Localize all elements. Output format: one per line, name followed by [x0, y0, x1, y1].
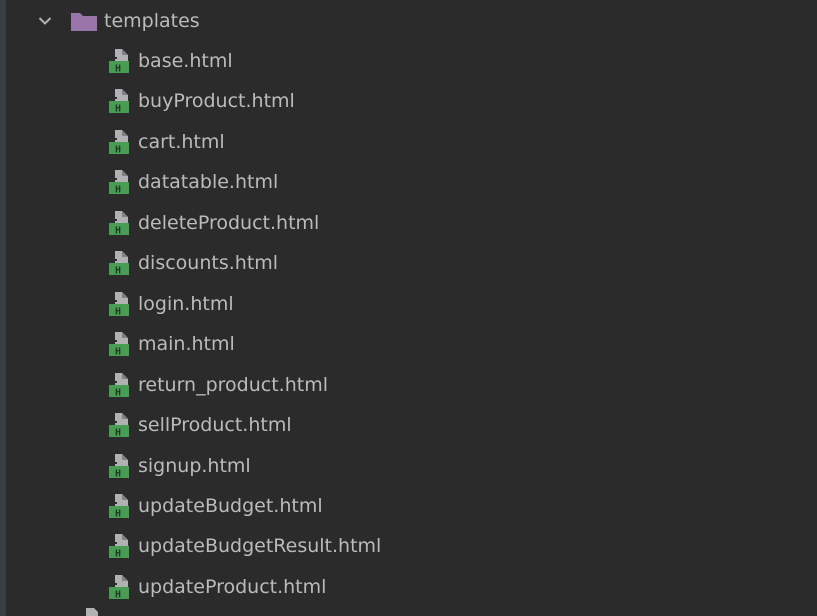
- folder-icon: [70, 10, 98, 32]
- svg-text:H: H: [115, 266, 121, 277]
- svg-text:H: H: [115, 347, 121, 358]
- html-file-icon: H: [106, 88, 132, 115]
- html-file-icon: H: [106, 291, 132, 317]
- tree-node-file[interactable]: HupdateProduct.html: [106, 569, 326, 605]
- tree-node-file[interactable]: Hdatatable.html: [106, 164, 278, 200]
- html-file-icon: H: [106, 169, 132, 196]
- html-file-icon: H: [106, 533, 132, 560]
- html-file-icon: H: [106, 412, 132, 439]
- project-tree-panel: templates Hbase.html HbuyProduct.html Hcar…: [0, 0, 817, 616]
- tree-node-file[interactable]: HupdateBudgetResult.html: [106, 528, 381, 564]
- html-file-icon: H: [106, 372, 132, 398]
- svg-text:H: H: [115, 589, 121, 600]
- html-file-icon: H: [106, 493, 132, 519]
- file-label: updateProduct.html: [138, 575, 327, 598]
- html-file-icon: H: [106, 48, 132, 75]
- file-label: deleteProduct.html: [138, 211, 320, 234]
- svg-text:H: H: [115, 144, 121, 155]
- partial-file-icon: [78, 604, 100, 616]
- tree-node-file[interactable]: Hbase.html: [106, 43, 233, 79]
- svg-text:H: H: [115, 306, 121, 317]
- tree-node-file[interactable]: HsellProduct.html: [106, 407, 292, 443]
- tree-node-file[interactable]: Hsignup.html: [106, 448, 251, 484]
- tree-node-file[interactable]: HdeleteProduct.html: [106, 205, 319, 241]
- svg-text:H: H: [115, 468, 121, 479]
- html-file-icon: H: [106, 210, 132, 236]
- tree-node-file[interactable]: Hreturn_product.html: [106, 367, 328, 403]
- tree-node-file[interactable]: HupdateBudget.html: [106, 488, 323, 524]
- file-label: updateBudgetResult.html: [138, 535, 382, 558]
- tree-node-file[interactable]: Hcart.html: [106, 124, 225, 160]
- tree-node-file[interactable]: Hlogin.html: [106, 286, 234, 322]
- svg-text:H: H: [115, 428, 121, 439]
- svg-text:H: H: [115, 185, 121, 196]
- file-label: updateBudget.html: [138, 494, 323, 517]
- tree-node-templates-folder[interactable]: templates: [12, 3, 200, 39]
- html-file-icon: H: [106, 331, 132, 358]
- svg-text:H: H: [115, 549, 121, 560]
- file-label: base.html: [138, 50, 233, 72]
- folder-label: templates: [104, 10, 200, 32]
- svg-text:H: H: [115, 64, 121, 75]
- file-label: discounts.html: [138, 252, 279, 275]
- chevron-down-icon[interactable]: [34, 10, 56, 32]
- file-label: login.html: [138, 292, 234, 315]
- file-label: return_product.html: [138, 373, 328, 396]
- file-label: signup.html: [138, 454, 251, 477]
- tree-node-file[interactable]: HbuyProduct.html: [106, 83, 295, 119]
- file-label: cart.html: [138, 130, 225, 153]
- file-label: sellProduct.html: [138, 414, 292, 437]
- html-file-icon: H: [106, 129, 132, 155]
- file-label: datatable.html: [138, 171, 279, 194]
- svg-text:H: H: [115, 225, 121, 236]
- tree-node-file[interactable]: Hdiscounts.html: [106, 245, 278, 281]
- file-label: main.html: [138, 333, 235, 356]
- svg-text:H: H: [115, 104, 121, 115]
- file-label: buyProduct.html: [138, 90, 295, 113]
- html-file-icon: H: [106, 574, 132, 600]
- svg-text:H: H: [115, 387, 121, 398]
- svg-text:H: H: [115, 508, 121, 519]
- html-file-icon: H: [106, 453, 132, 479]
- html-file-icon: H: [106, 250, 132, 277]
- tree-node-file[interactable]: Hmain.html: [106, 326, 235, 362]
